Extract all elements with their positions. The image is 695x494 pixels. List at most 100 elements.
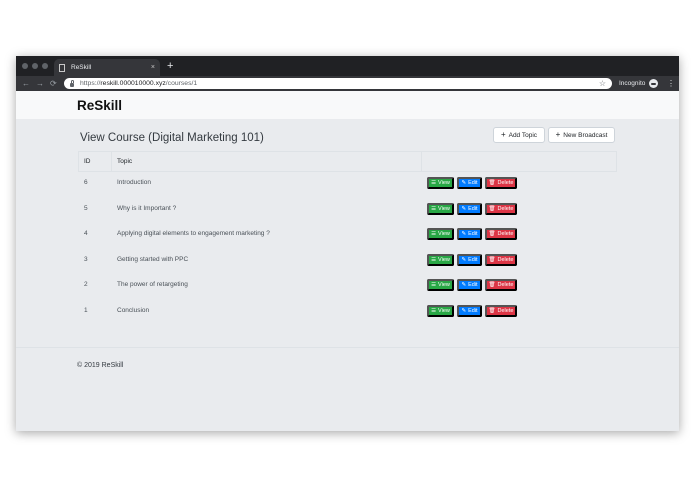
delete-button[interactable]: 🗑 Delete: [485, 253, 517, 266]
back-icon[interactable]: ←: [22, 78, 30, 89]
column-divider: [78, 152, 79, 172]
table-row: 2 The power of retargeting ☰ View ✎ Edit…: [78, 274, 617, 300]
edit-label: Edit: [468, 231, 478, 237]
url-path: /courses/1: [165, 80, 198, 87]
window-controls: [22, 63, 48, 69]
browser-tab-bar: ReSkill × +: [16, 56, 679, 76]
new-broadcast-button[interactable]: + New Broadcast: [548, 127, 615, 143]
browser-toolbar: ← → ⟳ https://reskill.000010000.xyz/cour…: [16, 76, 679, 91]
table-row: 5 Why is it Important ? ☰ View ✎ Edit 🗑 …: [78, 198, 617, 224]
tab-title: ReSkill: [71, 64, 92, 71]
edit-button[interactable]: ✎ Edit: [457, 177, 482, 189]
page-title: View Course (Digital Marketing 101): [80, 132, 264, 144]
lock-icon: [70, 79, 74, 87]
edit-button[interactable]: ✎ Edit: [457, 228, 482, 240]
edit-button[interactable]: ✎ Edit: [457, 304, 482, 317]
column-header-id: ID: [84, 158, 91, 165]
pencil-icon: ✎: [461, 205, 467, 212]
column-divider: [111, 152, 112, 172]
pencil-icon: ✎: [461, 180, 467, 186]
browser-tab[interactable]: ReSkill ×: [54, 59, 160, 76]
row-actions: ☰ View ✎ Edit 🗑 Delete: [427, 304, 517, 317]
topic-title: Applying digital elements to engagement …: [117, 230, 270, 237]
edit-label: Edit: [468, 307, 478, 314]
view-button[interactable]: ☰ View: [427, 253, 454, 266]
url-scheme: https://: [80, 80, 101, 87]
url-text: https://reskill.000010000.xyz/courses/1: [80, 80, 197, 87]
view-label: View: [438, 282, 450, 288]
delete-label: Delete: [497, 307, 514, 314]
trash-icon: 🗑: [488, 282, 496, 288]
table-row: 1 Conclusion ☰ View ✎ Edit 🗑 Delete: [78, 300, 617, 326]
topic-title: The power of retargeting: [117, 281, 188, 288]
edit-button[interactable]: ✎ Edit: [457, 253, 482, 266]
table-row: 6 Introduction ☰ View ✎ Edit 🗑 Delete: [78, 172, 617, 198]
new-tab-button[interactable]: +: [167, 59, 173, 73]
minimize-window-button[interactable]: [32, 63, 38, 69]
list-icon: ☰: [431, 231, 437, 237]
footer-divider: [16, 347, 679, 348]
column-header-topic: Topic: [117, 158, 133, 165]
row-actions: ☰ View ✎ Edit 🗑 Delete: [427, 228, 517, 240]
trash-icon: 🗑: [488, 231, 496, 237]
delete-button[interactable]: 🗑 Delete: [485, 202, 517, 215]
delete-button[interactable]: 🗑 Delete: [485, 177, 517, 189]
new-broadcast-label: New Broadcast: [563, 131, 608, 139]
topic-title: Getting started with PPC: [117, 255, 189, 263]
topic-id: 5: [84, 204, 88, 212]
list-icon: ☰: [431, 205, 437, 212]
topic-id: 6: [84, 179, 88, 186]
topic-title: Why is it Important ?: [117, 204, 177, 212]
topic-id: 2: [84, 281, 88, 288]
maximize-window-button[interactable]: [42, 63, 48, 69]
trash-icon: 🗑: [488, 307, 496, 314]
page-icon: [59, 63, 65, 72]
view-button[interactable]: ☰ View: [427, 279, 454, 291]
edit-label: Edit: [468, 256, 478, 263]
view-label: View: [438, 256, 450, 263]
delete-label: Delete: [497, 231, 514, 237]
table-body: 6 Introduction ☰ View ✎ Edit 🗑 Delete 5 …: [78, 172, 617, 325]
plus-icon: +: [500, 130, 506, 139]
add-topic-label: Add Topic: [508, 131, 538, 139]
delete-button[interactable]: 🗑 Delete: [485, 304, 517, 317]
footer-copyright: © 2019 ReSkill: [77, 362, 124, 369]
trash-icon: 🗑: [488, 180, 496, 186]
delete-label: Delete: [497, 180, 514, 186]
reload-icon[interactable]: ⟳: [50, 78, 57, 89]
list-icon: ☰: [431, 307, 437, 314]
list-icon: ☰: [431, 180, 437, 186]
close-window-button[interactable]: [22, 63, 28, 69]
delete-label: Delete: [497, 282, 514, 288]
topics-table: ID Topic 6 Introduction ☰ View ✎ Edit 🗑 …: [78, 151, 617, 325]
edit-label: Edit: [468, 205, 478, 212]
topic-id: 4: [84, 230, 88, 237]
row-actions: ☰ View ✎ Edit 🗑 Delete: [427, 253, 517, 266]
incognito-icon[interactable]: [649, 79, 658, 88]
url-host: reskill.000010000.xyz: [100, 80, 166, 87]
brand-logo[interactable]: ReSkill: [77, 98, 122, 113]
bookmark-star-icon[interactable]: ☆: [599, 79, 606, 88]
edit-label: Edit: [468, 180, 478, 186]
topic-id: 3: [84, 255, 88, 263]
address-bar[interactable]: https://reskill.000010000.xyz/courses/1 …: [64, 78, 612, 89]
row-actions: ☰ View ✎ Edit 🗑 Delete: [427, 202, 517, 215]
delete-button[interactable]: 🗑 Delete: [485, 228, 517, 240]
topic-title: Introduction: [117, 179, 151, 186]
add-topic-button[interactable]: + Add Topic: [493, 127, 545, 143]
incognito-label: Incognito: [619, 80, 646, 87]
trash-icon: 🗑: [488, 205, 496, 212]
list-icon: ☰: [431, 282, 437, 288]
tab-close-icon[interactable]: ×: [151, 64, 155, 71]
view-button[interactable]: ☰ View: [427, 177, 454, 189]
table-row: 3 Getting started with PPC ☰ View ✎ Edit…: [78, 249, 617, 275]
view-button[interactable]: ☰ View: [427, 304, 454, 317]
delete-button[interactable]: 🗑 Delete: [485, 279, 517, 291]
edit-button[interactable]: ✎ Edit: [457, 279, 482, 291]
forward-icon[interactable]: →: [36, 78, 44, 89]
row-actions: ☰ View ✎ Edit 🗑 Delete: [427, 177, 517, 189]
view-button[interactable]: ☰ View: [427, 228, 454, 240]
edit-button[interactable]: ✎ Edit: [457, 202, 482, 215]
view-button[interactable]: ☰ View: [427, 202, 454, 215]
browser-menu-icon[interactable]: ⋮: [667, 78, 675, 89]
